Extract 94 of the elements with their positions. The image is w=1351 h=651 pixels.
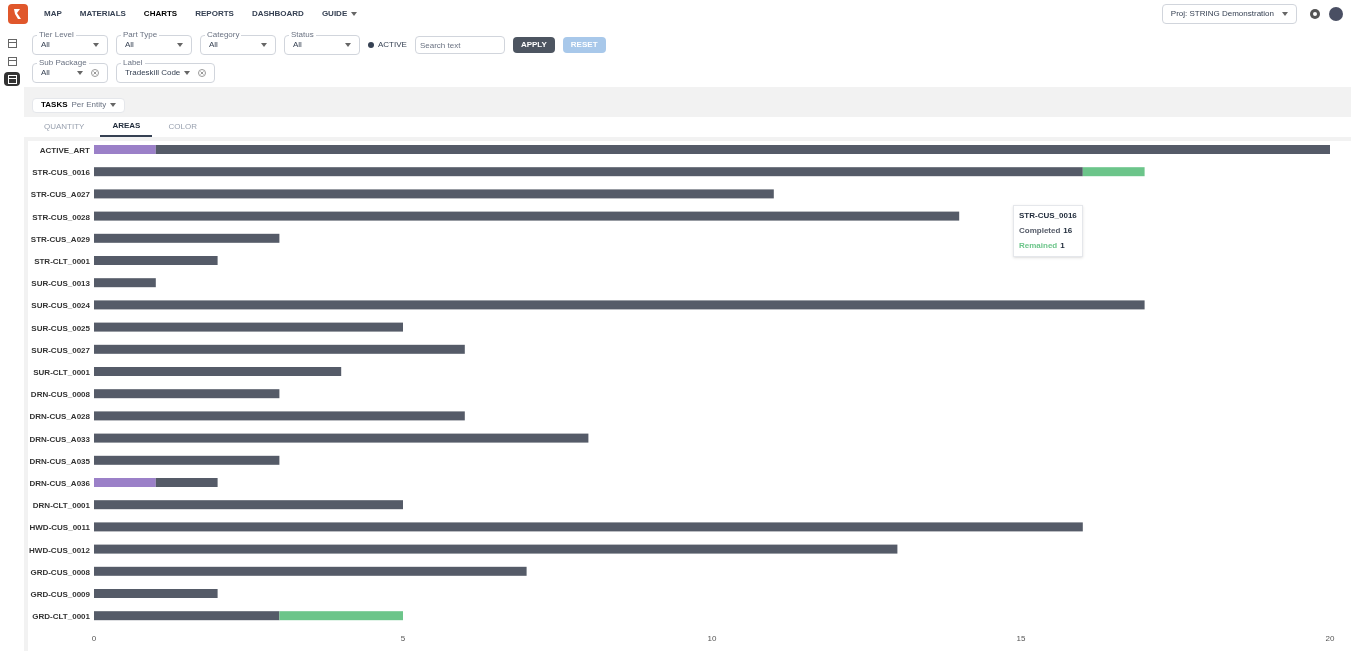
panel-icon bbox=[7, 56, 17, 66]
bar-segment[interactable] bbox=[94, 278, 156, 288]
caret-icon bbox=[93, 43, 99, 47]
filter-button[interactable]: APPLY bbox=[512, 37, 555, 53]
category-label: SUR-CUS_0013 bbox=[31, 279, 90, 289]
filter-label: Category bbox=[205, 30, 242, 39]
category-label: GRD-CUS_0009 bbox=[30, 590, 90, 599]
nav-link[interactable]: MAP bbox=[44, 8, 62, 20]
category-label: SUR-CUS_0027 bbox=[31, 345, 90, 355]
filter-label: Status bbox=[289, 30, 316, 39]
caret-icon bbox=[110, 103, 117, 107]
bar-segment[interactable] bbox=[94, 322, 403, 332]
logo-mark-icon bbox=[13, 8, 23, 20]
category-label: STR-CUS_0016 bbox=[32, 168, 90, 178]
category-label: SUR-CLT_0001 bbox=[33, 368, 90, 377]
caret-icon bbox=[261, 43, 267, 47]
nav-link[interactable]: MATERIALS bbox=[79, 8, 126, 20]
filter-value: All bbox=[41, 39, 51, 51]
sidebar-button[interactable] bbox=[4, 72, 20, 86]
chart-tab[interactable]: AREAS bbox=[100, 117, 153, 137]
panel-icon bbox=[7, 38, 17, 48]
bar-segment[interactable] bbox=[94, 211, 960, 221]
filter-label: Label bbox=[121, 58, 145, 67]
caret-icon bbox=[184, 71, 191, 75]
chip-label: TASKS bbox=[41, 99, 68, 111]
axis-tick-label: 10 bbox=[707, 634, 717, 643]
category-label: DRN-CUS_0008 bbox=[30, 390, 90, 400]
caret-icon bbox=[177, 43, 183, 47]
filter-value: All bbox=[293, 39, 303, 51]
nav-link[interactable]: GUIDE bbox=[321, 8, 358, 20]
search-field[interactable]: Search text bbox=[414, 36, 505, 54]
category-label: STR-CUS_A027 bbox=[30, 190, 90, 200]
panel-icon bbox=[7, 74, 17, 84]
category-label: STR-CLT_0001 bbox=[34, 257, 90, 266]
category-label: GRD-CUS_0008 bbox=[30, 567, 90, 577]
filter-value: Tradeskill Code bbox=[125, 67, 181, 79]
axis-tick-label: 15 bbox=[1016, 634, 1026, 643]
filter-label: Sub Package bbox=[37, 58, 89, 67]
axis-tick-label: 0 bbox=[91, 634, 97, 643]
chip-value: Per Entity bbox=[71, 99, 107, 111]
axis-tick-label: 5 bbox=[400, 634, 406, 643]
bar-segment[interactable] bbox=[94, 344, 465, 354]
category-label: DRN-CUS_A035 bbox=[29, 456, 90, 466]
caret-icon bbox=[1282, 12, 1288, 16]
filter-value: All bbox=[41, 67, 51, 79]
tooltip-series-name: Remained bbox=[1019, 240, 1058, 252]
clear-icon[interactable] bbox=[91, 69, 99, 77]
nav-link[interactable]: REPORTS bbox=[195, 8, 234, 20]
avatar[interactable] bbox=[1329, 7, 1343, 21]
bar-segment[interactable] bbox=[94, 611, 280, 621]
axis-tick-label: 20 bbox=[1325, 634, 1335, 643]
bar-segment[interactable] bbox=[94, 544, 898, 554]
category-label: ACTIVE_ART bbox=[39, 146, 90, 155]
category-label: HWD-CUS_0012 bbox=[29, 545, 90, 555]
bar-segment[interactable] bbox=[94, 433, 589, 443]
tooltip-value: 16 bbox=[1063, 225, 1073, 237]
tooltip-value: 1 bbox=[1060, 240, 1065, 252]
filter-chip[interactable]: TASKS Per Entity bbox=[32, 97, 126, 113]
category-label: HWD-CUS_0011 bbox=[29, 523, 90, 533]
tooltip-series-name: Completed bbox=[1019, 225, 1061, 237]
filter-label: Part Type bbox=[121, 30, 160, 39]
filter-label: Tier Level bbox=[37, 30, 76, 39]
caret-icon bbox=[77, 71, 83, 75]
bar-segment[interactable] bbox=[94, 389, 280, 399]
category-label: DRN-CLT_0001 bbox=[32, 501, 90, 511]
filter-value: All bbox=[125, 39, 135, 51]
nav-link[interactable]: DASHBOARD bbox=[251, 8, 304, 20]
category-label: STR-CUS_A029 bbox=[30, 234, 90, 244]
settings-icon[interactable] bbox=[1309, 8, 1321, 20]
category-label: DRN-CUS_A028 bbox=[29, 412, 90, 422]
filter-value: All bbox=[209, 39, 219, 51]
category-label: DRN-CUS_A033 bbox=[29, 434, 90, 444]
bar-segment[interactable] bbox=[94, 300, 1145, 310]
category-label: GRD-CLT_0001 bbox=[32, 612, 90, 622]
bar-segment[interactable] bbox=[94, 455, 280, 465]
bar-segment[interactable] bbox=[94, 522, 1083, 532]
project-select[interactable]: Proj: STRING Demonstration bbox=[1161, 4, 1297, 24]
category-label: SUR-CUS_0025 bbox=[31, 323, 90, 333]
category-label: DRN-CUS_A036 bbox=[29, 479, 90, 488]
bar-segment[interactable] bbox=[94, 500, 403, 510]
bar-segment[interactable] bbox=[94, 233, 280, 243]
nav-link[interactable]: CHARTS bbox=[143, 8, 178, 20]
bar-segment[interactable] bbox=[94, 167, 1083, 177]
app-logo[interactable] bbox=[8, 4, 28, 24]
active-toggle[interactable]: ACTIVE bbox=[368, 39, 407, 51]
bar-segment[interactable] bbox=[155, 478, 218, 487]
category-label: SUR-CUS_0024 bbox=[31, 301, 90, 311]
caret-icon bbox=[345, 43, 351, 47]
tooltip-title: STR-CUS_0016 bbox=[1019, 210, 1077, 222]
clear-icon[interactable] bbox=[198, 69, 207, 77]
bar-segment[interactable] bbox=[94, 411, 465, 421]
bar-segment[interactable] bbox=[94, 189, 774, 199]
bar-segment[interactable] bbox=[94, 566, 527, 576]
category-label: STR-CUS_0028 bbox=[32, 212, 90, 222]
